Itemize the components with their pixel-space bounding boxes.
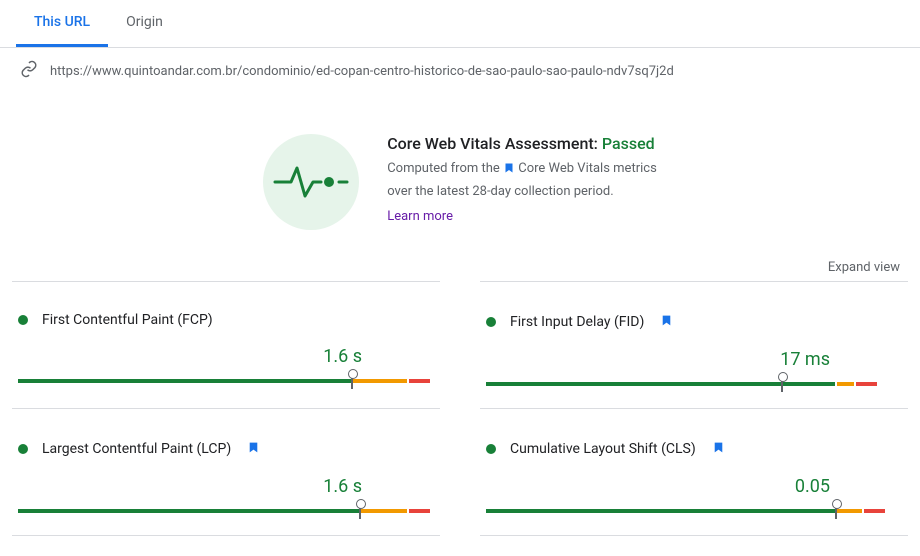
- metric-bar: [486, 376, 902, 390]
- url-row: https://www.quintoandar.com.br/condomini…: [0, 48, 920, 90]
- url-text: https://www.quintoandar.com.br/condomini…: [50, 64, 674, 79]
- metric-bar: [18, 373, 434, 387]
- tab-origin[interactable]: Origin: [108, 0, 181, 47]
- metric-card: First Input Delay (FID) 17 ms: [480, 281, 908, 408]
- status-dot: [486, 317, 496, 327]
- bar-segment-needs-improvement: [837, 382, 854, 386]
- bar-marker: [835, 503, 837, 519]
- metric-header: First Input Delay (FID): [486, 312, 902, 331]
- metric-value: 17 ms: [486, 349, 902, 370]
- pulse-icon: [263, 134, 359, 230]
- bar-segment-needs-improvement: [837, 509, 862, 513]
- metric-value: 1.6 s: [18, 346, 434, 367]
- metric-name: Cumulative Layout Shift (CLS): [510, 441, 696, 457]
- bar-segment-good: [18, 509, 359, 513]
- assessment-section: Core Web Vitals Assessment: Passed Compu…: [0, 90, 920, 250]
- metric-value: 1.6 s: [18, 476, 434, 497]
- metric-card: First Contentful Paint (FCP) 1.6 s: [12, 281, 440, 408]
- bar-segment-good: [18, 379, 351, 383]
- status-dot: [18, 315, 28, 325]
- bookmark-icon: [503, 163, 515, 178]
- expand-view-link[interactable]: Expand view: [0, 250, 920, 281]
- status-dot: [18, 444, 28, 454]
- tab-this-url[interactable]: This URL: [16, 0, 108, 47]
- link-icon: [20, 60, 38, 82]
- metric-name: Largest Contentful Paint (LCP): [42, 441, 231, 457]
- metric-card: Cumulative Layout Shift (CLS) 0.05: [480, 408, 908, 536]
- bar-marker: [781, 376, 783, 392]
- metric-bar: [486, 503, 902, 517]
- learn-more-link[interactable]: Learn more: [387, 209, 453, 224]
- bar-marker: [359, 503, 361, 519]
- metric-header: First Contentful Paint (FCP): [18, 312, 434, 328]
- metric-header: Cumulative Layout Shift (CLS): [486, 439, 902, 458]
- bar-segment-poor: [409, 379, 430, 383]
- metrics-grid: First Contentful Paint (FCP) 1.6 s First I…: [0, 281, 920, 536]
- bar-segment-poor: [409, 509, 430, 513]
- metric-value: 0.05: [486, 476, 902, 497]
- bar-segment-poor: [864, 509, 885, 513]
- assessment-description: Computed from the Core Web Vitals metric…: [387, 159, 657, 203]
- bookmark-icon: [712, 439, 725, 458]
- bar-segment-poor: [856, 382, 877, 386]
- metric-name: First Contentful Paint (FCP): [42, 312, 213, 328]
- assessment-title: Core Web Vitals Assessment: Passed: [387, 134, 657, 153]
- bar-marker: [351, 373, 353, 389]
- bar-segment-needs-improvement: [353, 379, 407, 383]
- assessment-status: Passed: [602, 134, 655, 153]
- bookmark-icon: [660, 312, 673, 331]
- status-dot: [486, 444, 496, 454]
- tabs: This URL Origin: [0, 0, 920, 48]
- metric-card: Largest Contentful Paint (LCP) 1.6 s: [12, 408, 440, 536]
- bar-segment-good: [486, 509, 835, 513]
- bar-segment-needs-improvement: [361, 509, 407, 513]
- assessment-text: Core Web Vitals Assessment: Passed Compu…: [387, 134, 657, 224]
- metric-bar: [18, 503, 434, 517]
- metric-name: First Input Delay (FID): [510, 314, 644, 330]
- metric-header: Largest Contentful Paint (LCP): [18, 439, 434, 458]
- bookmark-icon: [247, 439, 260, 458]
